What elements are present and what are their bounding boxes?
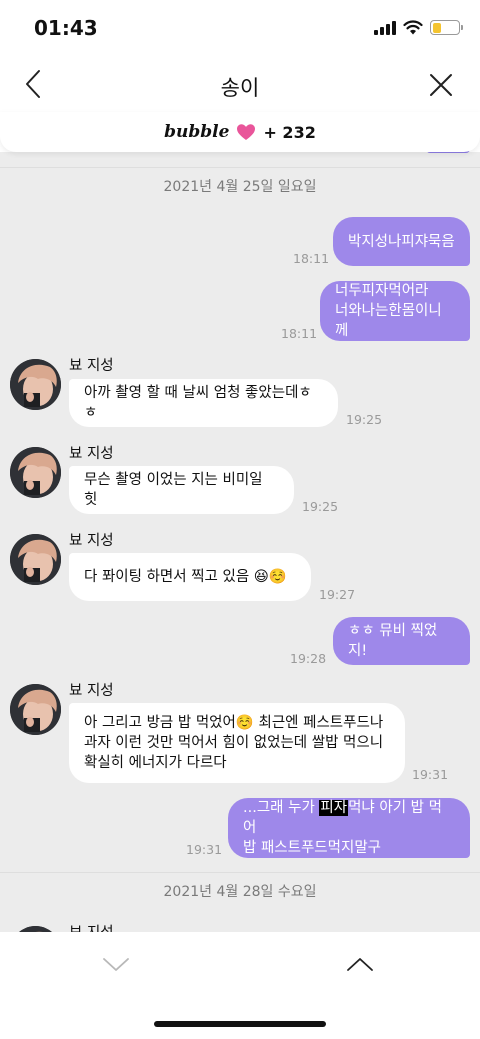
chevron-up-icon <box>347 958 373 971</box>
close-button[interactable] <box>426 70 456 100</box>
message-time: 18:11 <box>281 326 318 341</box>
avatar[interactable] <box>10 684 61 735</box>
message-text-part: ...그래 누가 <box>243 800 320 816</box>
status-bar: 01:43 <box>0 0 480 56</box>
message-bubble-incoming[interactable]: 아 그리고 방금 밥 먹었어☺️ 최근엔 페스트푸드나 과자 이런 것만 먹어서… <box>69 703 405 783</box>
sender-name: 뵤 지성 <box>69 533 114 549</box>
avatar[interactable] <box>10 534 61 585</box>
message-bubble-incoming[interactable]: 아까 촬영 할 때 날씨 엄청 좋았는데ㅎㅎ <box>69 379 338 427</box>
battery-fill <box>432 22 442 33</box>
battery-icon <box>430 20 463 35</box>
message-time: 19:31 <box>412 767 449 782</box>
message-text: 무슨 촬영 이었는 지는 비미일 힛 <box>84 472 263 508</box>
message-text: 아까 촬영 할 때 날씨 엄청 좋았는데ㅎㅎ <box>84 385 312 421</box>
message-text: ...그래 누가 피자먹냐 아기 밥 먹어 <box>243 798 455 838</box>
chat-header: 송이 <box>0 56 480 114</box>
message-text: 너와나는한몸이니께 <box>335 303 442 339</box>
status-icons <box>374 20 463 35</box>
message-bubble-outgoing[interactable]: 박지성나피쟈묵음 <box>333 217 470 266</box>
message-bubble-outgoing[interactable]: 너두피자먹어라 너와나는한몸이니께 <box>320 281 470 341</box>
message-bubble-incoming[interactable]: 무슨 촬영 이었는 지는 비미일 힛 <box>69 466 294 514</box>
sender-name: 뵤 지성 <box>69 921 114 932</box>
heart-icon <box>237 124 256 140</box>
message-time: 19:25 <box>346 412 383 427</box>
page-title: 송이 <box>220 76 260 100</box>
message-time: 19:27 <box>319 587 356 602</box>
message-text: 밥 패스트푸드먹지말구 <box>243 840 382 856</box>
message-time: 19:25 <box>302 499 339 514</box>
avatar[interactable] <box>10 359 61 410</box>
scroll-up-button[interactable] <box>344 952 376 976</box>
message-bubble-incoming[interactable]: 다 퐈이팅 하면서 찍고 있음 😆☺️ <box>69 553 311 601</box>
chat-area[interactable]: 2021년 4월 25일 일요일 박지성나피쟈묵음 18:11 너두피자먹어라 … <box>0 152 480 932</box>
message-time: 19:31 <box>186 842 223 857</box>
avatar-photo <box>10 359 61 410</box>
avatar-photo <box>10 684 61 735</box>
date-divider: 2021년 4월 25일 일요일 <box>163 179 317 195</box>
bubble-count: + 232 <box>263 122 316 142</box>
divider <box>0 872 480 873</box>
avatar-photo <box>10 534 61 585</box>
avatar-photo <box>10 447 61 498</box>
status-time: 01:43 <box>34 16 98 40</box>
cellular-signal-icon <box>374 20 396 35</box>
date-divider: 2021년 4월 28일 수요일 <box>163 884 317 900</box>
sender-name: 뵤 지성 <box>69 683 114 699</box>
sender-name: 뵤 지성 <box>69 446 114 462</box>
message-text: 아 그리고 방금 밥 먹었어☺️ 최근엔 페스트푸드나 <box>84 715 384 731</box>
wifi-icon <box>403 20 423 35</box>
close-icon <box>430 74 452 96</box>
message-time: 19:28 <box>290 651 327 666</box>
message-bubble-outgoing[interactable]: ...그래 누가 피자먹냐 아기 밥 먹어 밥 패스트푸드먹지말구 <box>228 798 470 858</box>
message-text: 다 퐈이팅 하면서 찍고 있음 😆☺️ <box>84 569 287 585</box>
message-text: 너두피자먹어라 <box>335 283 429 299</box>
chevron-down-icon <box>103 958 129 971</box>
message-bubble-outgoing[interactable]: ㅎㅎ 뮤비 찍었지! <box>333 617 470 665</box>
bottom-nav <box>0 932 480 1039</box>
scroll-down-button[interactable] <box>100 952 132 976</box>
divider <box>0 167 480 168</box>
message-text: ㅎㅎ 뮤비 찍었지! <box>348 623 438 659</box>
avatar[interactable] <box>10 447 61 498</box>
highlighted-text: 피자 <box>319 800 349 816</box>
message-text: 박지성나피쟈묵음 <box>348 233 455 250</box>
sender-name: 뵤 지성 <box>69 358 114 374</box>
home-indicator <box>154 1021 326 1027</box>
bubble-logo: bubble <box>164 122 230 142</box>
message-time: 18:11 <box>293 251 330 266</box>
message-text: 과자 이런 것만 먹어서 힘이 없었는데 쌀밥 먹으니 <box>84 735 384 751</box>
bubble-plan-card[interactable]: bubble + 232 <box>0 112 480 152</box>
message-text: 확실히 에너지가 다르다 <box>84 755 227 771</box>
